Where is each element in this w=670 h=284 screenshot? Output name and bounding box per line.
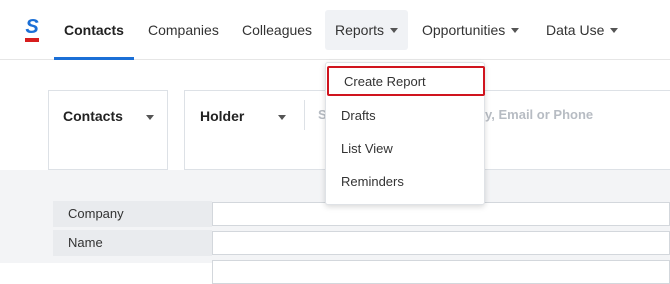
- app-logo[interactable]: S: [24, 17, 40, 43]
- nav-item-data-use[interactable]: Data Use: [546, 10, 619, 50]
- reports-dropdown-menu: Create Report Drafts List View Reminders: [325, 62, 485, 205]
- nav-item-companies-label: Companies: [148, 22, 219, 38]
- nav-item-opportunities[interactable]: Opportunities: [422, 10, 520, 50]
- top-navigation: S Contacts Companies Colleagues Reports …: [0, 0, 670, 60]
- logo-letter: S: [25, 16, 39, 38]
- nav-item-colleagues[interactable]: Colleagues: [242, 10, 312, 50]
- company-field-label: Company: [68, 206, 124, 221]
- company-input[interactable]: [212, 202, 670, 226]
- menu-item-list-view[interactable]: List View: [326, 133, 484, 163]
- name-field-label: Name: [68, 235, 103, 250]
- nav-item-companies[interactable]: Companies: [148, 10, 219, 50]
- menu-item-reminders[interactable]: Reminders: [326, 166, 484, 196]
- nav-item-opportunities-label: Opportunities: [422, 22, 506, 38]
- search-input-placeholder-end[interactable]: y, Email or Phone: [485, 107, 593, 122]
- contact-type-select-value: Contacts: [63, 108, 123, 124]
- nav-item-colleagues-label: Colleagues: [242, 22, 313, 38]
- active-tab-indicator: [54, 57, 134, 60]
- logo-underline: [25, 38, 39, 42]
- menu-item-reminders-label: Reminders: [341, 173, 404, 189]
- holder-select-value[interactable]: Holder: [200, 108, 244, 124]
- chevron-down-icon: [511, 27, 520, 33]
- contact-type-select[interactable]: Contacts: [48, 90, 168, 170]
- menu-item-drafts-label: Drafts: [341, 107, 376, 123]
- chevron-down-icon: [390, 27, 399, 33]
- nav-item-contacts-label: Contacts: [64, 22, 124, 38]
- chevron-down-icon[interactable]: [278, 115, 286, 120]
- nav-item-data-use-label: Data Use: [546, 22, 605, 38]
- name-input[interactable]: [212, 231, 670, 255]
- menu-item-create-report-label: Create Report: [344, 73, 426, 89]
- chevron-down-icon: [610, 27, 619, 33]
- menu-item-drafts[interactable]: Drafts: [326, 100, 484, 130]
- chevron-down-icon: [146, 115, 154, 120]
- filter-divider: [304, 100, 305, 130]
- nav-item-contacts[interactable]: Contacts: [64, 10, 124, 50]
- nav-item-reports[interactable]: Reports: [335, 10, 399, 50]
- next-input[interactable]: [212, 260, 670, 284]
- nav-item-reports-label: Reports: [335, 22, 385, 38]
- menu-item-list-view-label: List View: [341, 140, 393, 156]
- menu-item-create-report[interactable]: Create Report: [327, 66, 485, 96]
